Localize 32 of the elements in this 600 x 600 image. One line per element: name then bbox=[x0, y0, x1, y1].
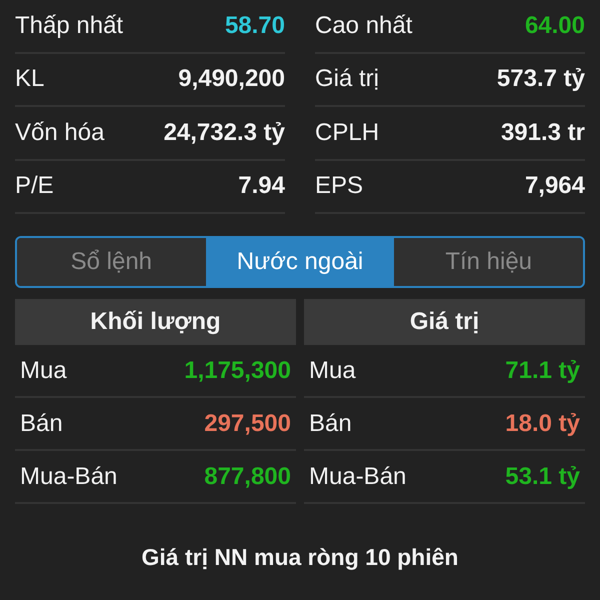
panel-header: Giá trị bbox=[304, 299, 585, 345]
row-value: 71.1 tỷ bbox=[505, 356, 580, 384]
tab[interactable]: Nước ngoài bbox=[206, 238, 394, 286]
row-label: Mua-Bán bbox=[20, 462, 118, 490]
section-title: Giá trị NN mua ròng 10 phiên bbox=[140, 544, 460, 571]
stat-label: Thấp nhất bbox=[15, 12, 124, 40]
panel-header: Khối lượng bbox=[15, 299, 296, 345]
row-label: Mua-Bán bbox=[309, 462, 406, 490]
row-label: Mua bbox=[20, 356, 67, 384]
row-label: Bán bbox=[309, 410, 352, 438]
row-label: Mua bbox=[309, 356, 356, 384]
stat-value: 573.7 tỷ bbox=[496, 65, 585, 94]
stat-value: 64.00 bbox=[524, 12, 585, 40]
stat-label: EPS bbox=[315, 172, 364, 200]
stat-label: Vốn hóa bbox=[15, 118, 104, 147]
stat-value: 58.70 bbox=[224, 12, 285, 40]
row-value: 297,500 bbox=[204, 410, 291, 438]
stat-label: CPLH bbox=[315, 118, 380, 147]
stat-value: 7.94 bbox=[238, 172, 285, 200]
stat-value: 7,964 bbox=[524, 172, 585, 200]
row-label: Bán bbox=[20, 410, 63, 438]
stat-value: 24,732.3 tỷ bbox=[164, 118, 285, 147]
row-value: 53.1 tỷ bbox=[505, 462, 580, 490]
row-value: 877,800 bbox=[204, 462, 291, 490]
stat-label: P/E bbox=[15, 172, 54, 200]
stat-label: Cao nhất bbox=[315, 12, 412, 40]
stat-label: KL bbox=[15, 65, 44, 94]
row-value: 18.0 tỷ bbox=[505, 410, 580, 438]
stat-label: Giá trị bbox=[315, 65, 380, 94]
stat-value: 391.3 tr bbox=[500, 118, 585, 147]
stat-value: 9,490,200 bbox=[178, 65, 285, 94]
row-value: 1,175,300 bbox=[184, 356, 291, 384]
